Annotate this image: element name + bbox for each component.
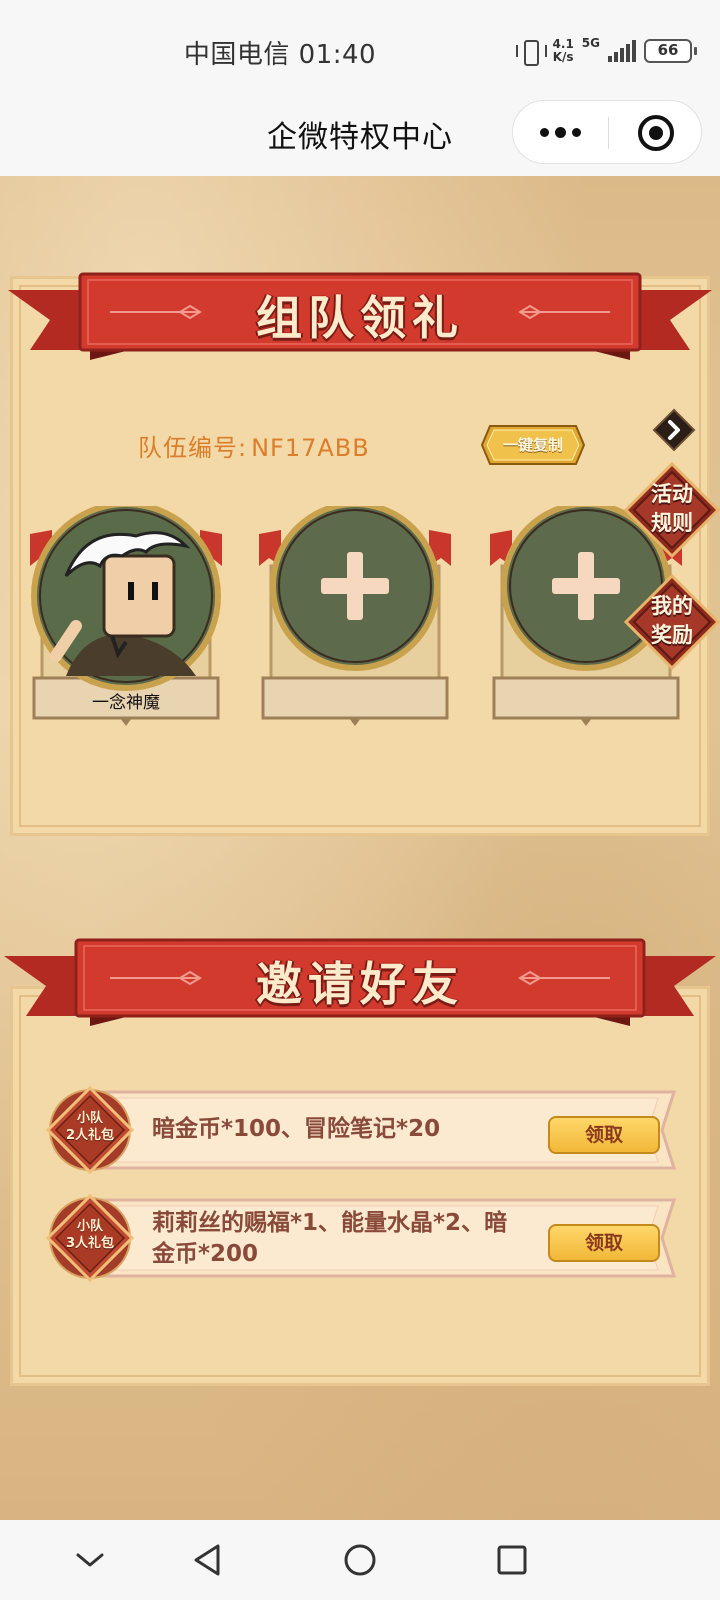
team-member-slot-2[interactable] [255,506,455,746]
recent-apps-icon[interactable] [490,1538,534,1582]
collapse-chevron-icon[interactable] [68,1538,112,1582]
team-number-value: NF17ABB [251,434,370,462]
network-type: 5G [581,36,600,50]
copy-button[interactable]: 一键复制 [480,424,586,466]
activity-rules-button[interactable]: 活动 规则 [624,462,720,558]
claim-button[interactable]: 领取 [548,1116,660,1154]
member-name: 一念神魔 [92,693,160,713]
home-circle-icon[interactable] [338,1538,382,1582]
team-number-label: 队伍编号: [138,434,248,462]
status-carrier-time: 中国电信 01:40 [183,40,377,70]
copy-button-label: 一键复制 [502,436,563,454]
activity-rules-label: 活动 规则 [651,482,693,535]
gift-description: 莉莉丝的赐福*1、能量水晶*2、暗金币*200 [152,1210,508,1267]
next-arrow-icon[interactable] [652,408,696,452]
close-mini-program-icon[interactable] [638,115,674,151]
team-number: 队伍编号: NF17ABB [134,428,370,463]
more-icon[interactable] [513,101,608,163]
my-rewards-button[interactable]: 我的 奖励 [624,574,720,670]
signal-icon [608,40,636,62]
team-banner-title: 组队领礼 [256,291,464,345]
status-icons: 4.1 K/s 5G 66 [515,34,697,68]
back-triangle-icon[interactable] [186,1538,230,1582]
battery-icon: 66 [644,39,697,63]
my-rewards-label: 我的 奖励 [651,594,693,647]
gift-tag: 小队 2人礼包 [65,1111,115,1143]
invite-panel [10,986,710,1386]
invite-banner: 邀请好友 [0,934,720,1034]
invite-banner-title: 邀请好友 [256,957,464,1011]
gift-tag: 小队 3人礼包 [65,1219,115,1251]
network-speed: 4.1 K/s [552,37,574,64]
system-nav-bar [0,1520,720,1600]
gift-row-2-person: 小队 2人礼包 暗金币*100、冒险笔记*20 领取 [40,1084,680,1184]
mini-program-title-bar: 企微特权中心 [0,100,720,176]
gift-row-3-person: 小队 3人礼包 莉莉丝的赐福*1、能量水晶*2、暗金币*200 领取 [40,1192,680,1292]
team-member-slot-1[interactable]: 一念神魔 [26,506,226,746]
capsule-menu [512,100,702,164]
vibrate-icon [515,38,547,66]
team-banner: 组队领礼 [0,268,720,368]
claim-button[interactable]: 领取 [548,1224,660,1262]
capsule-divider [608,117,609,149]
gift-description: 暗金币*100、冒险笔记*20 [152,1116,441,1142]
status-bar: 中国电信 01:40 4.1 K/s 5G 66 [0,0,720,100]
